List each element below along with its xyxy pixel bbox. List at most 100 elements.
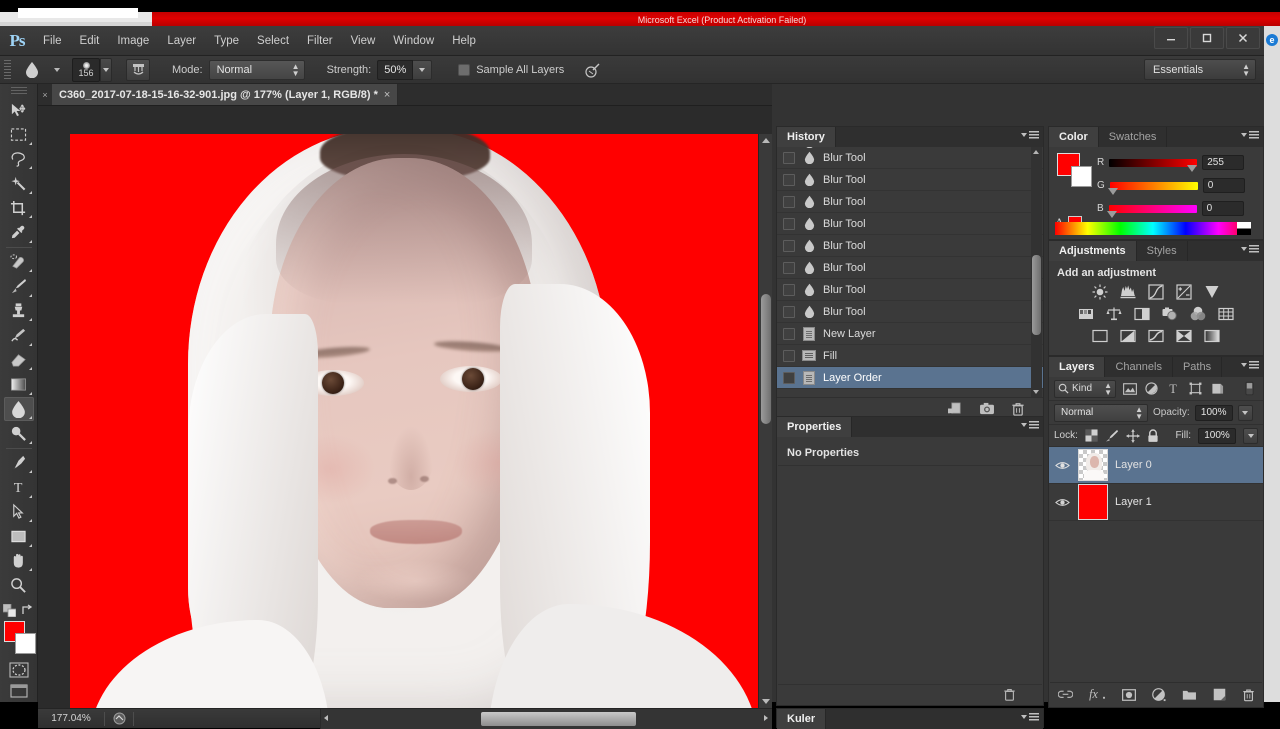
channel-mixer-icon[interactable] (1189, 305, 1207, 322)
tab-properties[interactable]: Properties (777, 417, 852, 437)
eyedropper-tool[interactable] (4, 220, 34, 244)
brush-panel-icon[interactable] (126, 59, 150, 81)
history-snapshot-checkbox[interactable] (783, 284, 795, 296)
history-snapshot-checkbox[interactable] (783, 196, 795, 208)
g-slider[interactable] (1110, 182, 1198, 190)
list-item[interactable]: Blur Tool (777, 235, 1043, 257)
lock-image-icon[interactable] (1105, 429, 1119, 442)
canvas-horizontal-scrollbar[interactable] (320, 709, 772, 729)
list-item[interactable]: New Layer (777, 323, 1043, 345)
tabbar-close-icon[interactable]: × (38, 84, 52, 105)
smart-object-filter-icon[interactable] (1209, 380, 1226, 397)
screen-mode-icon[interactable] (6, 680, 32, 702)
threshold-icon[interactable] (1147, 327, 1165, 344)
menu-filter[interactable]: Filter (298, 26, 342, 56)
new-layer-icon[interactable] (1213, 688, 1226, 701)
canvas-vertical-scrollbar[interactable] (758, 134, 772, 708)
layer-thumbnail[interactable] (1078, 484, 1108, 520)
workspace-selector[interactable]: Essentials ▲▼ (1144, 59, 1256, 80)
document-tab-close-icon[interactable]: × (384, 89, 390, 101)
layer-filter-kind-select[interactable]: Kind ▲▼ (1054, 380, 1116, 398)
menu-image[interactable]: Image (108, 26, 158, 56)
history-brush-tool[interactable] (4, 323, 34, 347)
list-item[interactable]: Blur Tool (777, 301, 1043, 323)
hand-tool[interactable] (4, 549, 34, 573)
history-scrollbar[interactable] (1031, 147, 1042, 397)
levels-icon[interactable] (1119, 283, 1137, 300)
list-item[interactable]: Blur Tool (777, 279, 1043, 301)
new-group-icon[interactable] (1182, 689, 1197, 701)
list-item[interactable]: Fill (777, 345, 1043, 367)
move-tool[interactable] (4, 98, 34, 122)
add-mask-icon[interactable] (1122, 689, 1136, 701)
preview-options-icon[interactable] (105, 712, 133, 725)
history-snapshot-checkbox[interactable] (783, 218, 795, 230)
menu-layer[interactable]: Layer (158, 26, 205, 56)
hue-saturation-icon[interactable] (1077, 305, 1095, 322)
posterize-icon[interactable] (1119, 327, 1137, 344)
hscroll-left-arrow-icon[interactable] (324, 715, 328, 721)
list-item[interactable]: Blur Tool (777, 213, 1043, 235)
clone-stamp-tool[interactable] (4, 299, 34, 323)
history-scroll-thumb[interactable] (1032, 255, 1041, 335)
white-black-ramp[interactable] (1237, 222, 1251, 235)
g-slider-thumb[interactable] (1108, 188, 1118, 195)
history-snapshot-checkbox[interactable] (783, 240, 795, 252)
tab-layers[interactable]: Layers (1049, 357, 1105, 377)
opacity-dropdown-icon[interactable] (1238, 405, 1253, 421)
tool-preset-chevron-down-icon[interactable] (54, 68, 60, 72)
black-white-icon[interactable] (1133, 305, 1151, 322)
tab-kuler[interactable]: Kuler (777, 709, 826, 729)
delete-icon[interactable] (1011, 402, 1025, 416)
link-layers-icon[interactable] (1058, 689, 1073, 700)
selective-color-icon[interactable] (1175, 327, 1193, 344)
dodge-tool[interactable] (4, 421, 34, 445)
rectangle-tool[interactable] (4, 524, 34, 548)
quick-selection-tool[interactable] (4, 171, 34, 195)
brush-preset-picker[interactable] (100, 58, 112, 82)
pixel-filter-icon[interactable] (1121, 380, 1138, 397)
fill-dropdown-icon[interactable] (1243, 428, 1258, 444)
vertical-scroll-thumb[interactable] (761, 294, 771, 424)
opacity-field[interactable]: 100% (1195, 405, 1233, 421)
blur-droplet-icon[interactable] (19, 59, 45, 81)
canvas-area[interactable] (38, 106, 772, 708)
background-color-swatch[interactable] (15, 633, 36, 654)
horizontal-scroll-thumb[interactable] (481, 712, 636, 726)
zoom-level[interactable]: 177.04% (38, 713, 104, 724)
list-item[interactable]: Layer Order (777, 367, 1043, 389)
zoom-tool[interactable] (4, 573, 34, 597)
healing-brush-tool[interactable] (4, 250, 34, 274)
layer-visibility-eye-icon[interactable] (1053, 497, 1071, 508)
background-color-swatch[interactable] (1071, 166, 1092, 187)
strength-field[interactable]: 50% (377, 60, 413, 80)
history-snapshot-checkbox[interactable] (783, 174, 795, 186)
color-spectrum-ramp[interactable] (1055, 222, 1251, 235)
marquee-tool[interactable] (4, 122, 34, 146)
history-list[interactable]: Blur Tool Blur Tool Blur Tool (777, 147, 1043, 397)
history-snapshot-checkbox[interactable] (783, 372, 795, 384)
history-scroll-up-icon[interactable] (1033, 150, 1039, 154)
close-button[interactable] (1226, 27, 1260, 49)
history-panel-menu-icon[interactable] (1021, 131, 1039, 139)
tab-history[interactable]: History (777, 127, 836, 147)
layer-blend-mode-select[interactable]: Normal ▲▼ (1054, 404, 1148, 422)
vibrance-icon[interactable] (1203, 283, 1221, 300)
document-tab[interactable]: C360_2017-07-18-15-16-32-901.jpg @ 177% … (52, 84, 398, 105)
tools-panel-grip[interactable] (11, 87, 27, 94)
history-snapshot-checkbox[interactable] (783, 262, 795, 274)
brush-tool[interactable] (4, 274, 34, 298)
r-slider[interactable] (1109, 159, 1197, 167)
eraser-tool[interactable] (4, 348, 34, 372)
menu-window[interactable]: Window (384, 26, 443, 56)
tab-paths[interactable]: Paths (1173, 357, 1222, 377)
r-slider-thumb[interactable] (1187, 165, 1197, 172)
maximize-button[interactable] (1190, 27, 1224, 49)
curves-icon[interactable] (1147, 283, 1165, 300)
brush-size-field[interactable]: 156 (72, 58, 100, 82)
filter-toggle-icon[interactable] (1241, 380, 1258, 397)
path-selection-tool[interactable] (4, 500, 34, 524)
airbrush-icon[interactable] (584, 61, 602, 79)
type-filter-icon[interactable]: T (1165, 380, 1182, 397)
tab-styles[interactable]: Styles (1137, 241, 1188, 261)
